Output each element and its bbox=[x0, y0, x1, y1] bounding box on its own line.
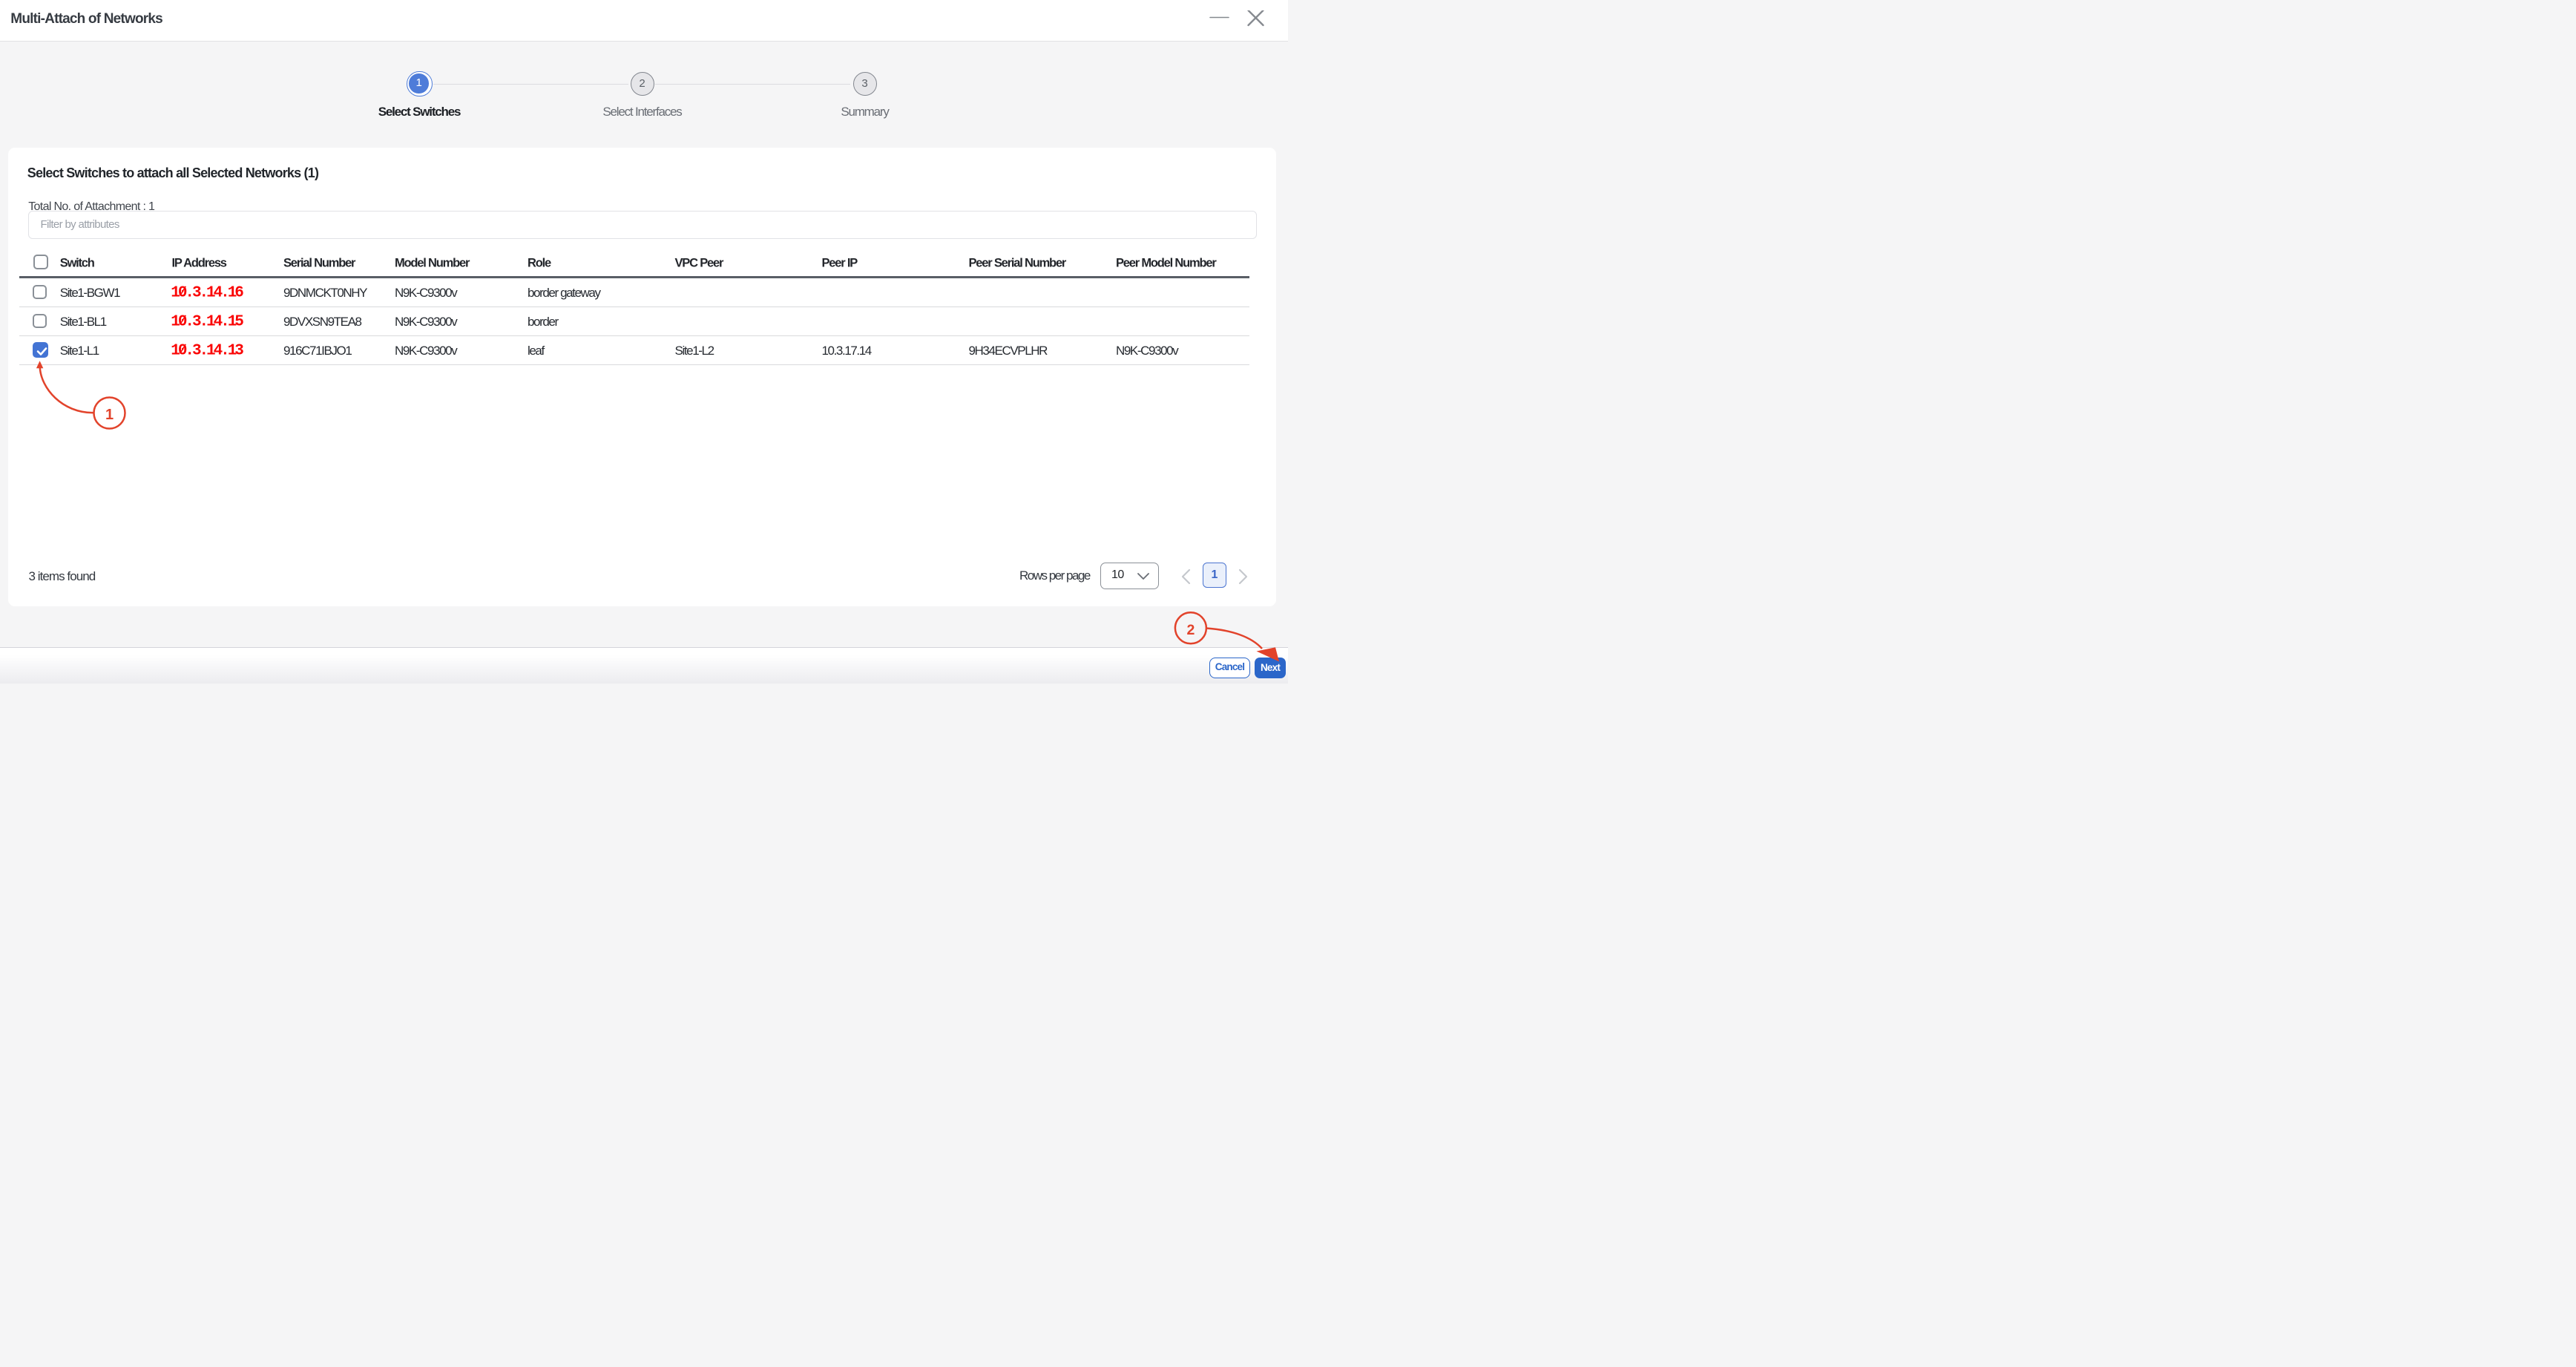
svg-text:2: 2 bbox=[1186, 622, 1195, 638]
